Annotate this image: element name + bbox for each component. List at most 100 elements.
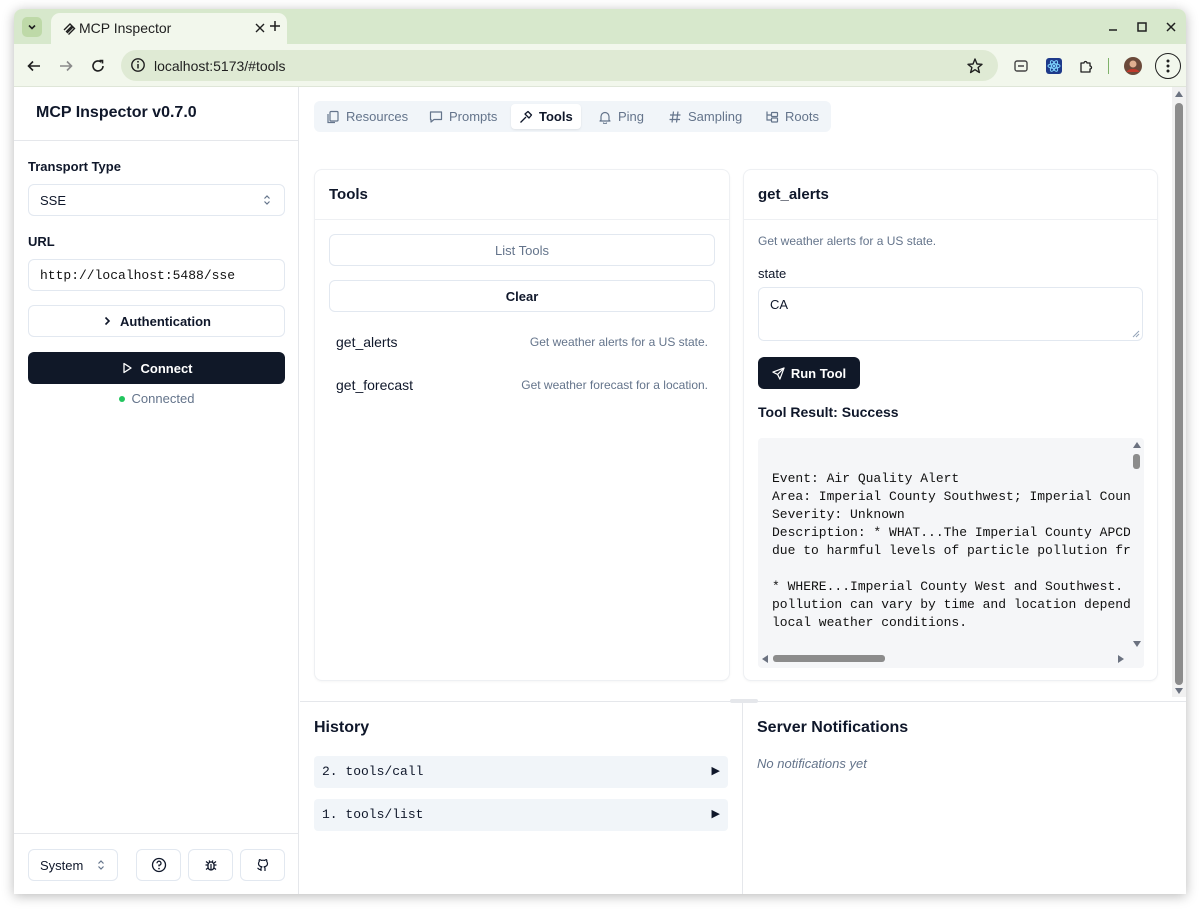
- tab-search-button[interactable]: [22, 17, 42, 37]
- scroll-thumb[interactable]: [1133, 454, 1140, 469]
- authentication-button[interactable]: Authentication: [28, 305, 285, 337]
- tab-label: Sampling: [688, 109, 743, 124]
- scroll-up-icon[interactable]: [1175, 91, 1183, 97]
- close-icon: [255, 23, 265, 33]
- tool-item-get-alerts[interactable]: get_alerts Get weather alerts for a US s…: [336, 328, 708, 358]
- sidebar: MCP Inspector v0.7.0 Transport Type SSE …: [14, 87, 299, 894]
- reload-icon: [92, 59, 104, 72]
- notifications-title: Server Notifications: [757, 719, 909, 736]
- github-button[interactable]: [240, 849, 285, 881]
- transport-type-label: Transport Type: [28, 159, 121, 174]
- tab-label: Prompts: [449, 109, 498, 124]
- scroll-right-icon[interactable]: [1118, 655, 1124, 663]
- url-label: URL: [28, 234, 55, 249]
- reload-button[interactable]: [88, 56, 108, 76]
- scroll-down-icon[interactable]: [1175, 688, 1183, 694]
- address-url: localhost:5173/#tools: [154, 58, 286, 74]
- chevron-up-down-icon: [264, 195, 270, 205]
- tab-strip: MCP Inspector: [14, 9, 1186, 44]
- tab-resources[interactable]: Resources: [318, 104, 416, 129]
- connection-status: Connected: [14, 391, 299, 406]
- expand-arrow-icon: ▶: [711, 807, 720, 820]
- tool-name: get_alerts: [336, 334, 398, 350]
- transport-type-select[interactable]: SSE: [28, 184, 285, 216]
- browser-tab[interactable]: MCP Inspector: [51, 13, 287, 44]
- scroll-left-icon[interactable]: [762, 655, 768, 663]
- forward-button[interactable]: [56, 56, 76, 76]
- theme-value: System: [40, 858, 84, 873]
- extension-button[interactable]: [1011, 56, 1031, 76]
- url-input[interactable]: http://localhost:5488/sse: [28, 259, 285, 291]
- browser-window: MCP Inspector localhost:5173/#tools MCP …: [14, 9, 1186, 894]
- list-tools-label: List Tools: [495, 242, 549, 258]
- clear-button[interactable]: Clear: [329, 280, 715, 312]
- new-tab-button[interactable]: [266, 17, 284, 35]
- help-circle-icon: [151, 857, 166, 873]
- back-button[interactable]: [24, 56, 44, 76]
- github-icon: [256, 859, 268, 871]
- status-text: Connected: [131, 391, 195, 406]
- tab-title: MCP Inspector: [79, 20, 172, 36]
- state-param-input[interactable]: CA: [758, 287, 1143, 341]
- tool-detail-title: get_alerts: [744, 170, 1157, 220]
- connect-label: Connect: [140, 360, 193, 376]
- tools-card: Tools List Tools Clear get_alerts Get we…: [314, 169, 730, 681]
- star-icon[interactable]: [966, 57, 984, 75]
- theme-select[interactable]: System: [28, 849, 118, 881]
- tool-result-output[interactable]: Event: Air Quality Alert Area: Imperial …: [758, 438, 1144, 668]
- debug-button[interactable]: [188, 849, 233, 881]
- tool-detail-description: Get weather alerts for a US state.: [758, 234, 937, 248]
- bell-icon: [599, 111, 611, 124]
- arrow-right-icon: [60, 60, 73, 72]
- run-tool-button[interactable]: Run Tool: [758, 357, 860, 389]
- address-bar[interactable]: localhost:5173/#tools: [121, 50, 998, 81]
- page-scrollbar[interactable]: [1172, 87, 1186, 697]
- tab-ping[interactable]: Ping: [590, 104, 652, 129]
- history-item[interactable]: 2. tools/call ▶: [314, 756, 728, 788]
- connect-button[interactable]: Connect: [28, 352, 285, 384]
- maximize-button[interactable]: [1133, 18, 1151, 36]
- minimize-button[interactable]: [1104, 18, 1122, 36]
- status-dot: [118, 395, 125, 402]
- list-tools-button[interactable]: List Tools: [329, 234, 715, 266]
- horizontal-scrollbar[interactable]: [758, 652, 1130, 666]
- close-window-button[interactable]: [1162, 18, 1180, 36]
- help-button[interactable]: [136, 849, 181, 881]
- send-icon: [772, 366, 785, 380]
- avatar-icon: [1124, 57, 1142, 75]
- minimize-icon: [1109, 29, 1117, 31]
- scroll-down-icon[interactable]: [1133, 641, 1141, 647]
- plus-icon: [270, 21, 280, 31]
- chevron-up-down-icon: [98, 860, 104, 870]
- tab-label: Resources: [346, 109, 409, 124]
- extensions-menu-button[interactable]: [1076, 56, 1096, 76]
- sidebar-footer: System: [14, 833, 299, 894]
- history-item[interactable]: 1. tools/list ▶: [314, 799, 728, 831]
- tab-roots[interactable]: Roots: [757, 104, 827, 129]
- tools-card-title: Tools: [315, 170, 729, 220]
- tool-description: Get weather alerts for a US state.: [529, 335, 708, 349]
- browser-menu-button[interactable]: [1155, 53, 1181, 79]
- react-devtools-button[interactable]: [1044, 56, 1064, 76]
- tab-prompts[interactable]: Prompts: [421, 104, 505, 129]
- vertical-scrollbar[interactable]: [1130, 438, 1144, 668]
- mcp-logo-icon: [63, 23, 76, 35]
- more-vertical-icon: [1166, 59, 1170, 73]
- scroll-up-icon[interactable]: [1133, 442, 1141, 448]
- tab-tools[interactable]: Tools: [511, 104, 581, 129]
- tab-sampling[interactable]: Sampling: [660, 104, 750, 129]
- site-info-icon[interactable]: [130, 57, 146, 73]
- message-square-icon: [429, 110, 443, 123]
- feature-tabs: Resources Prompts Tools Ping Sampling Ro…: [314, 101, 831, 132]
- tool-description: Get weather forecast for a location.: [521, 378, 708, 392]
- scroll-thumb[interactable]: [1175, 103, 1183, 685]
- resize-handle-icon[interactable]: [1132, 330, 1140, 338]
- tool-item-get-forecast[interactable]: get_forecast Get weather forecast for a …: [336, 371, 708, 401]
- profile-avatar[interactable]: [1123, 56, 1143, 76]
- folder-tree-icon: [766, 111, 779, 123]
- toolbar-divider: [1108, 58, 1109, 74]
- chevron-right-icon: [104, 316, 111, 326]
- scroll-thumb[interactable]: [773, 655, 885, 662]
- history-item-label: 1. tools/list: [322, 807, 424, 822]
- bug-icon: [205, 860, 216, 871]
